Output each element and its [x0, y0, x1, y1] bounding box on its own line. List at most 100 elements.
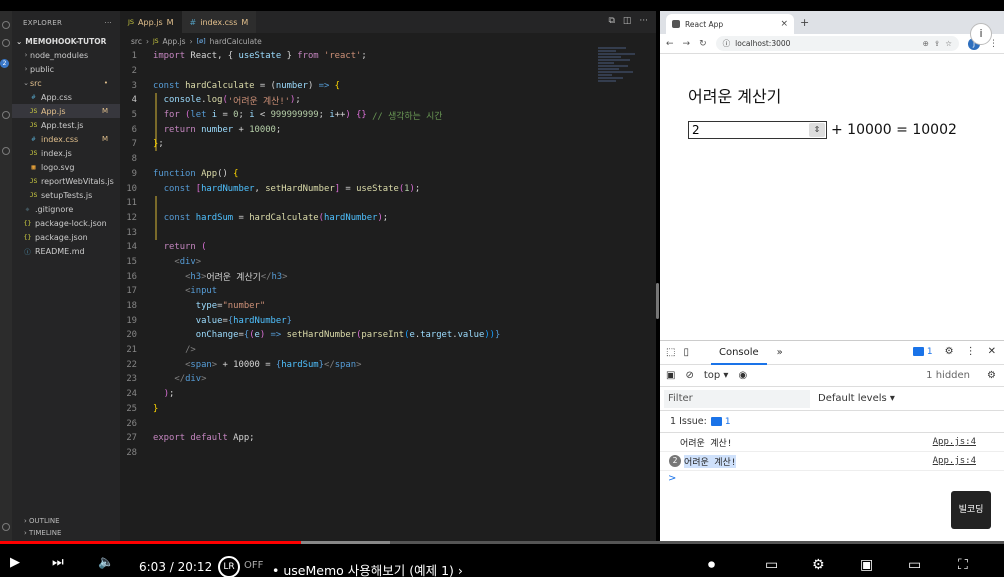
address-bar[interactable]: ⓘ localhost:3000 ⊕ ⇪ ☆	[715, 36, 959, 51]
forward-icon[interactable]: →	[683, 39, 691, 49]
minimap[interactable]	[598, 47, 644, 87]
code-line[interactable]: 11	[120, 196, 600, 211]
code-line[interactable]: 9 function App() {	[120, 167, 600, 182]
code-line[interactable]: 15 < div >	[120, 255, 600, 270]
log-levels-dropdown[interactable]: Default levels ▾	[818, 393, 895, 404]
tab-index-css[interactable]: # index.css M	[181, 11, 257, 33]
clear-console-icon[interactable]: ⊘	[685, 370, 693, 381]
subtitles-icon[interactable]: ▭	[765, 557, 778, 573]
filter-input[interactable]: Filter	[664, 389, 810, 408]
code-line[interactable]: 10 const [hardNumber, setHardNumber] = u…	[120, 181, 600, 196]
code-line[interactable]: 13	[120, 225, 600, 240]
tree-item[interactable]: › node_modules	[12, 48, 120, 62]
settings-gear-icon[interactable]: ⚙	[945, 346, 954, 357]
tree-item[interactable]: JS index.js	[12, 146, 120, 160]
browser-tab[interactable]: React App ×	[666, 14, 794, 34]
account-icon[interactable]	[2, 523, 10, 531]
info-icon[interactable]: i	[970, 23, 992, 45]
progress-bar[interactable]	[0, 541, 1004, 544]
volume-icon[interactable]: 🔈	[98, 555, 114, 570]
log-source-link[interactable]: App.js:4	[933, 437, 976, 447]
autoplay-toggle-icon[interactable]: ⏺	[708, 557, 715, 573]
tree-item[interactable]: JS App.js M	[12, 104, 120, 118]
tree-item[interactable]: ⓘ README.md	[12, 244, 120, 258]
code-line[interactable]: 27 export default App;	[120, 431, 600, 446]
code-line[interactable]: 2	[120, 64, 600, 79]
browser-menu-icon[interactable]: ⋮	[989, 39, 998, 49]
tree-item[interactable]: JS setupTests.js	[12, 188, 120, 202]
autoplay-logo-icon[interactable]: LR	[218, 556, 240, 577]
inspect-element-icon[interactable]: ⬚	[666, 347, 675, 358]
breadcrumb-file[interactable]: App.js	[163, 37, 186, 46]
code-line[interactable]: 23 </div >	[120, 372, 600, 387]
debug-icon[interactable]	[2, 111, 10, 119]
video-chapter-title[interactable]: • useMemo 사용해보기 (예제 1) ›	[272, 560, 463, 577]
issues-counter[interactable]: 1	[912, 346, 933, 357]
tree-item[interactable]: {} package.json	[12, 230, 120, 244]
code-line[interactable]: 20 onChange ={(e) => setHardNumber(parseI…	[120, 328, 600, 343]
code-line[interactable]: 17 < input	[120, 284, 600, 299]
code-line[interactable]: 24 );	[120, 387, 600, 402]
split-editor-icon[interactable]: ◫	[623, 16, 632, 26]
devtools-menu-icon[interactable]: ⋮	[966, 346, 976, 357]
new-tab-button[interactable]: +	[800, 16, 809, 29]
settings-gear-icon[interactable]: ⚙	[812, 557, 825, 573]
more-actions-icon[interactable]: ···	[639, 16, 648, 26]
zoom-icon[interactable]: ⊕	[923, 39, 929, 48]
breadcrumb-folder[interactable]: src	[131, 37, 142, 46]
console-settings-icon[interactable]: ⚙	[987, 370, 996, 381]
code-line[interactable]: 25}	[120, 402, 600, 417]
next-icon[interactable]: ⏭	[52, 555, 64, 570]
code-line[interactable]: 14 return (	[120, 240, 600, 255]
number-spinner[interactable]: ⇕	[809, 123, 825, 137]
tree-item[interactable]: ⌄ src •	[12, 76, 120, 90]
tree-item[interactable]: JS reportWebVitals.js	[12, 174, 120, 188]
resize-handle[interactable]	[656, 283, 659, 319]
tree-item[interactable]: JS App.test.js	[12, 118, 120, 132]
code-line[interactable]: 6 return number + 10000;	[120, 122, 600, 137]
more-tabs-icon[interactable]: »	[777, 347, 783, 358]
timeline-section[interactable]: › TIMELINE	[24, 527, 120, 539]
log-source-link[interactable]: App.js:4	[933, 456, 976, 466]
code-line[interactable]: 1 import React, { useState } from 'react'…	[120, 49, 600, 64]
tree-item[interactable]: › public	[12, 62, 120, 76]
code-line[interactable]: 22 < span > + 10000 = {hardSum} </span >	[120, 357, 600, 372]
code-line[interactable]: 16 < h3 > 어려운 계산기 </h3 >	[120, 269, 600, 284]
code-editor[interactable]: 1 import React, { useState } from 'react'…	[120, 49, 600, 460]
close-devtools-icon[interactable]: ✕	[988, 346, 996, 357]
play-icon[interactable]: ▶	[10, 555, 20, 570]
theater-mode-icon[interactable]: ▭	[908, 557, 921, 573]
console-prompt[interactable]: >	[660, 471, 1004, 487]
code-line[interactable]: 3 const hardCalculate = (number) => {	[120, 78, 600, 93]
outline-section[interactable]: › OUTLINE	[24, 515, 120, 527]
code-line[interactable]: 4 console. log('어려운 계산!');	[120, 93, 600, 108]
explorer-icon[interactable]	[2, 21, 10, 29]
code-line[interactable]: 28	[120, 446, 600, 461]
number-input[interactable]: 2 ⇕	[688, 121, 827, 139]
code-line[interactable]: 7};	[120, 137, 600, 152]
compare-icon[interactable]: ⧉	[608, 16, 614, 26]
code-line[interactable]: 18 type = "number"	[120, 299, 600, 314]
tree-item[interactable]: # App.css	[12, 90, 120, 104]
tree-item[interactable]: ◆ .gitignore	[12, 202, 120, 216]
tree-item[interactable]: # index.css M	[12, 132, 120, 146]
code-line[interactable]: 12 const hardSum = hardCalculate(hardNum…	[120, 211, 600, 226]
sidebar-toggle-icon[interactable]: ▣	[666, 370, 675, 381]
miniplayer-icon[interactable]: ▣	[860, 557, 873, 573]
bookmark-star-icon[interactable]: ☆	[945, 39, 952, 48]
tree-item[interactable]: {} package-lock.json	[12, 216, 120, 230]
eye-icon[interactable]: ◉	[738, 370, 747, 381]
code-line[interactable]: 5 for (let i = 0; i < 999999999; i ++) {}…	[120, 108, 600, 123]
code-line[interactable]: 21 />	[120, 343, 600, 358]
share-icon[interactable]: ⇪	[934, 39, 940, 48]
back-icon[interactable]: ←	[666, 39, 674, 49]
tab-app-js[interactable]: JS App.js M	[120, 11, 182, 33]
project-root[interactable]: ⌄ MEMOHOOK-TUTOR	[12, 35, 120, 48]
breadcrumb-symbol[interactable]: hardCalculate	[210, 37, 262, 46]
issues-bar[interactable]: 1 Issue: 1	[660, 411, 1004, 433]
extensions-icon[interactable]	[2, 147, 10, 155]
context-selector[interactable]: top ▾	[704, 370, 729, 381]
code-line[interactable]: 8	[120, 152, 600, 167]
code-line[interactable]: 26	[120, 416, 600, 431]
tab-console[interactable]: Console	[710, 341, 767, 365]
